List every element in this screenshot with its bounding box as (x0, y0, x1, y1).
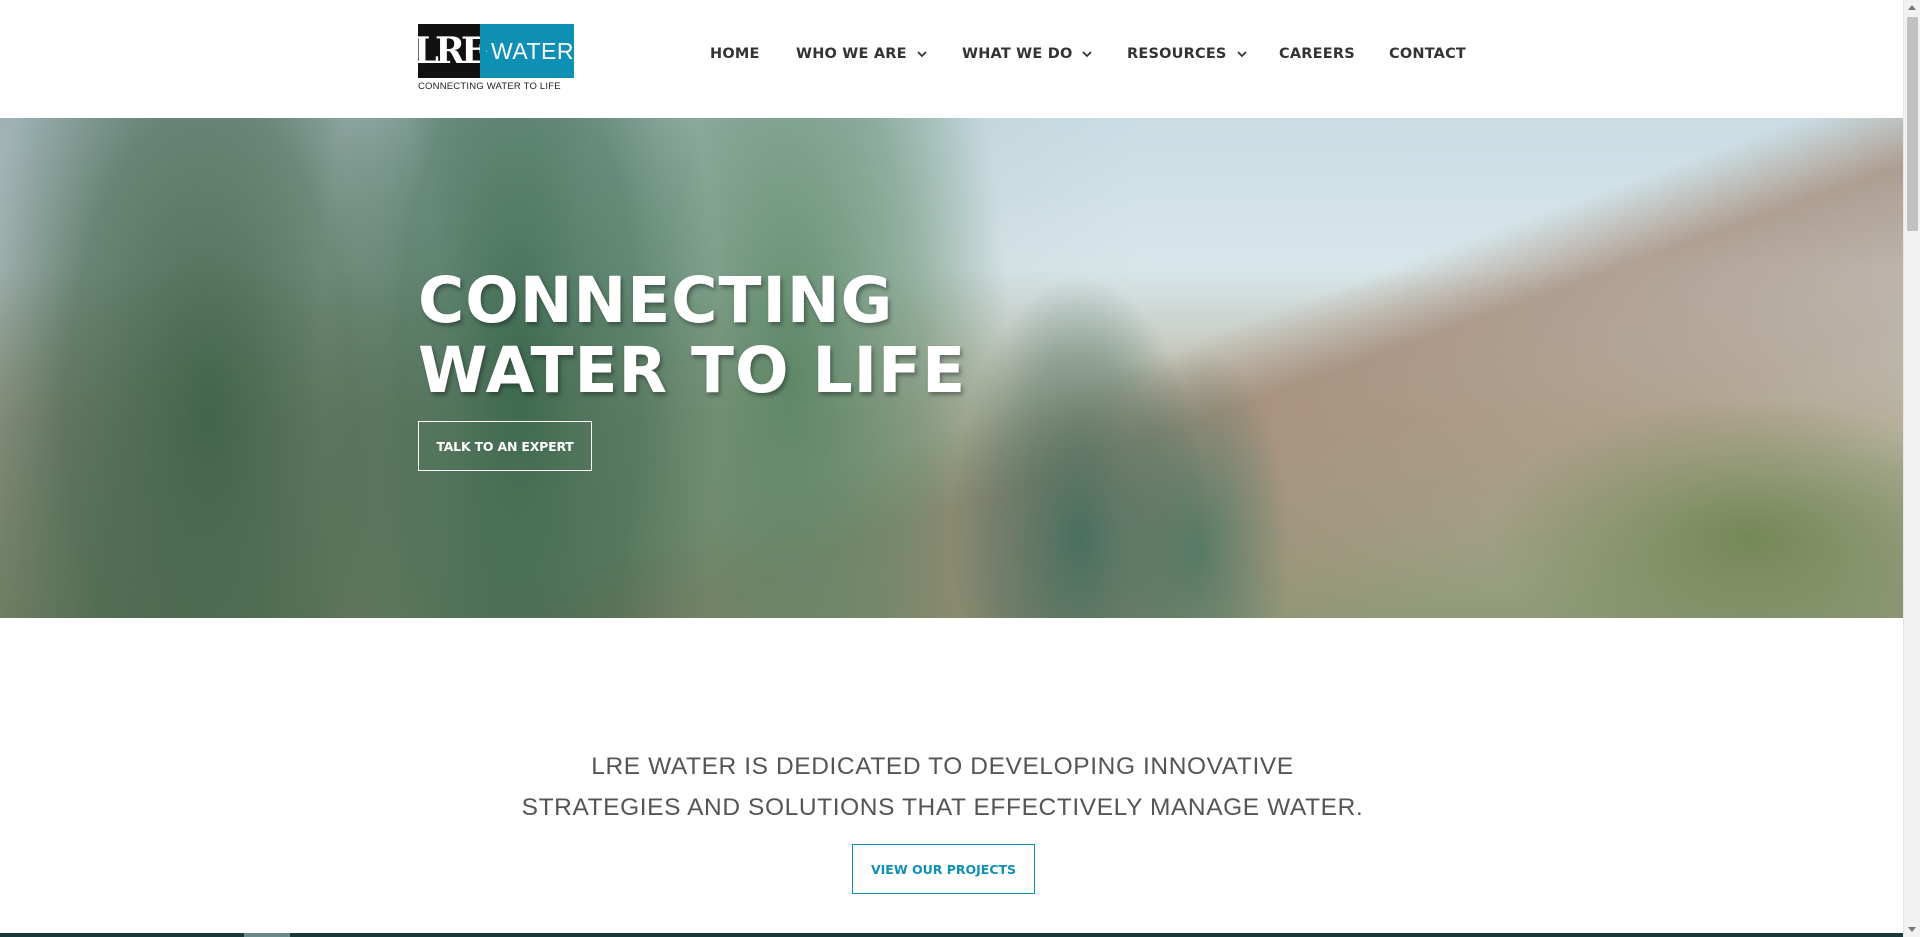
site-header: LRE WATER CONNECTING WATER TO LIFE HOME … (0, 0, 1903, 118)
chevron-down-icon (917, 50, 927, 57)
talk-to-expert-button[interactable]: TALK TO AN EXPERT (418, 421, 592, 471)
nav-careers-label: CAREERS (1279, 46, 1355, 62)
nav-what-we-do-label: WHAT WE DO (962, 46, 1073, 62)
chevron-down-icon (1236, 50, 1247, 57)
view-projects-button[interactable]: VIEW OUR PROJECTS (852, 844, 1035, 894)
nav-careers[interactable]: CAREERS (1279, 46, 1355, 62)
hero-title-line-2: WATER TO LIFE (418, 334, 967, 407)
bottom-divider-accent (244, 933, 290, 937)
hero-title-line-1: CONNECTING (418, 264, 894, 337)
scrollbar-thumb[interactable] (1907, 17, 1918, 231)
nav-who-we-are-label: WHO WE ARE (796, 46, 907, 62)
intro-line-2: STRATEGIES AND SOLUTIONS THAT EFFECTIVEL… (521, 794, 1364, 821)
intro-line-1: LRE WATER IS DEDICATED TO DEVELOPING INN… (591, 753, 1294, 780)
chevron-down-icon (1082, 50, 1093, 57)
nav-resources-label: RESOURCES (1127, 46, 1227, 62)
scroll-up-arrow-icon[interactable] (1908, 5, 1916, 10)
intro-section: LRE WATER IS DEDICATED TO DEVELOPING INN… (0, 618, 1903, 937)
nav-resources[interactable]: RESOURCES (1127, 46, 1247, 62)
nav-who-we-are[interactable]: WHO WE ARE (796, 46, 927, 62)
hero-title: CONNECTING WATER TO LIFE (418, 266, 1118, 406)
nav-home[interactable]: HOME (710, 46, 760, 62)
page-scrollbar[interactable] (1903, 0, 1920, 937)
scroll-down-arrow-icon[interactable] (1908, 927, 1916, 932)
hero-banner: CONNECTING WATER TO LIFE TALK TO AN EXPE… (0, 118, 1903, 618)
logo-tagline: CONNECTING WATER TO LIFE (418, 81, 561, 92)
intro-statement: LRE WATER IS DEDICATED TO DEVELOPING INN… (460, 746, 1425, 828)
nav-contact-label: CONTACT (1389, 46, 1467, 62)
main-nav: HOME WHO WE ARE WHAT WE DO RESOURCES CAR… (0, 46, 1903, 68)
nav-contact[interactable]: CONTACT (1389, 46, 1466, 62)
nav-what-we-do[interactable]: WHAT WE DO (962, 46, 1093, 62)
nav-home-label: HOME (710, 46, 760, 62)
